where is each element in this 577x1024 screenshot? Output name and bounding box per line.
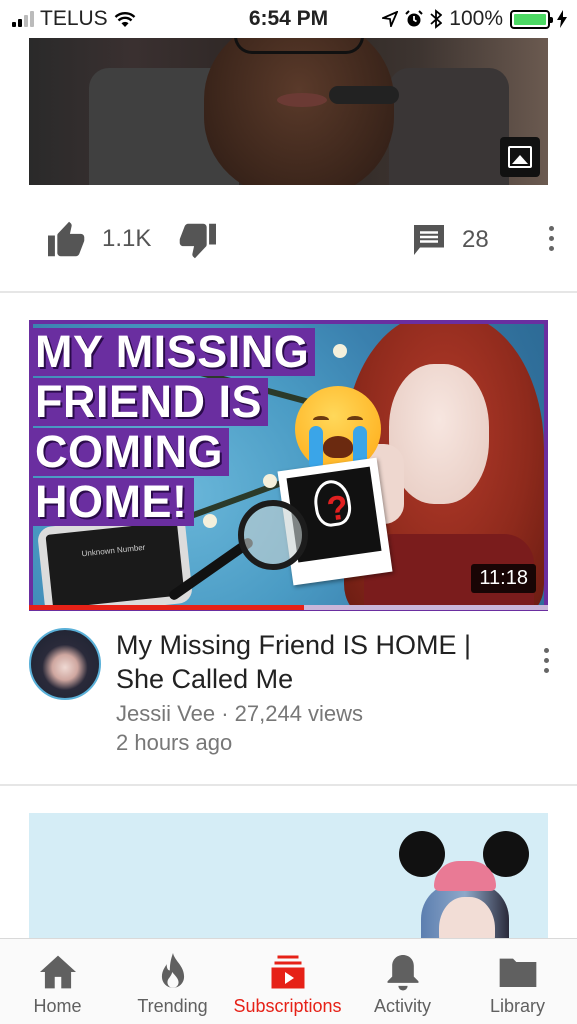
watch-progress-fill	[29, 605, 305, 610]
thumbnail-detail	[204, 38, 394, 185]
alarm-icon	[405, 10, 423, 27]
upload-time: 2 hours ago	[116, 730, 233, 755]
comment-count: 28	[462, 226, 489, 253]
tab-activity[interactable]: Activity	[345, 939, 460, 1024]
next-video-thumbnail[interactable]	[29, 813, 548, 943]
like-button[interactable]: 1.1K	[46, 220, 151, 258]
location-arrow-icon	[382, 11, 399, 27]
phone-screen-text: Unknown Number	[45, 521, 185, 607]
image-icon-frame	[508, 146, 532, 168]
bell-icon	[387, 955, 418, 991]
status-right: 100%	[382, 7, 567, 31]
image-icon[interactable]	[500, 137, 540, 177]
thumbnail-detail	[389, 68, 509, 185]
status-bar: TELUS 6:54 PM 100%	[0, 0, 577, 38]
channel-avatar[interactable]	[29, 628, 101, 700]
bottom-tab-bar: Home Trending Subscriptions Activity Lib…	[0, 938, 577, 1024]
tab-label: Subscriptions	[233, 996, 342, 1016]
video-actions-row: 1.1K 28	[0, 210, 577, 270]
tab-library[interactable]: Library	[460, 939, 575, 1024]
flame-icon	[161, 953, 184, 988]
video-more-options-icon[interactable]	[536, 648, 556, 673]
divider	[0, 291, 577, 293]
subscriptions-icon	[271, 955, 304, 989]
thumbnail-detail	[277, 93, 327, 107]
thumbs-down-icon	[179, 223, 216, 259]
channel-views-line: Jessii Vee · 27,244 views	[116, 699, 363, 728]
thumbnail-detail	[234, 38, 364, 54]
thumbnail-person	[399, 831, 529, 943]
video-meta: Jessii Vee · 27,244 views 2 hours ago	[116, 699, 363, 757]
thumbnail-title: MY MISSING FRIEND IS COMING HOME!	[33, 328, 316, 528]
more-options-icon[interactable]	[541, 226, 561, 251]
duration-badge: 11:18	[471, 564, 536, 593]
home-icon	[39, 955, 76, 989]
battery-fill	[514, 13, 546, 25]
charging-bolt-icon	[557, 10, 567, 28]
meta-separator: ·	[221, 701, 229, 726]
thumbnail-title-line: HOME!	[33, 478, 194, 526]
battery-icon	[510, 9, 553, 29]
battery-percent: 100%	[449, 7, 503, 30]
thumbnail-title-line: FRIEND IS	[33, 378, 269, 426]
channel-name: Jessii Vee	[116, 701, 216, 726]
top-video-thumbnail[interactable]	[29, 38, 548, 185]
thumbnail-detail	[329, 86, 399, 104]
tab-label: Home	[33, 996, 82, 1016]
tab-home[interactable]: Home	[0, 939, 115, 1024]
thumbnail-title-line: MY MISSING	[33, 328, 316, 376]
video-title[interactable]: My Missing Friend IS HOME | She Called M…	[116, 628, 516, 696]
view-count: 27,244 views	[234, 701, 364, 726]
tab-label: Trending	[137, 996, 208, 1016]
featured-video-thumbnail[interactable]: ? Unknown Number MY MISSING FRIEND IS CO…	[29, 320, 548, 611]
watch-progress-bar	[29, 605, 548, 610]
divider	[0, 784, 577, 786]
bluetooth-icon	[430, 9, 443, 29]
thumbs-up-icon	[48, 221, 85, 257]
dislike-button[interactable]	[176, 222, 218, 260]
like-count: 1.1K	[102, 225, 152, 252]
tab-subscriptions[interactable]: Subscriptions	[230, 939, 345, 1024]
comments-button[interactable]: 28	[410, 222, 489, 258]
tab-trending[interactable]: Trending	[115, 939, 230, 1024]
tab-label: Library	[489, 996, 546, 1016]
folder-icon	[499, 958, 536, 987]
thumbnail-title-line: COMING	[33, 428, 229, 476]
tab-label: Activity	[373, 996, 431, 1016]
comment-icon	[414, 225, 444, 255]
